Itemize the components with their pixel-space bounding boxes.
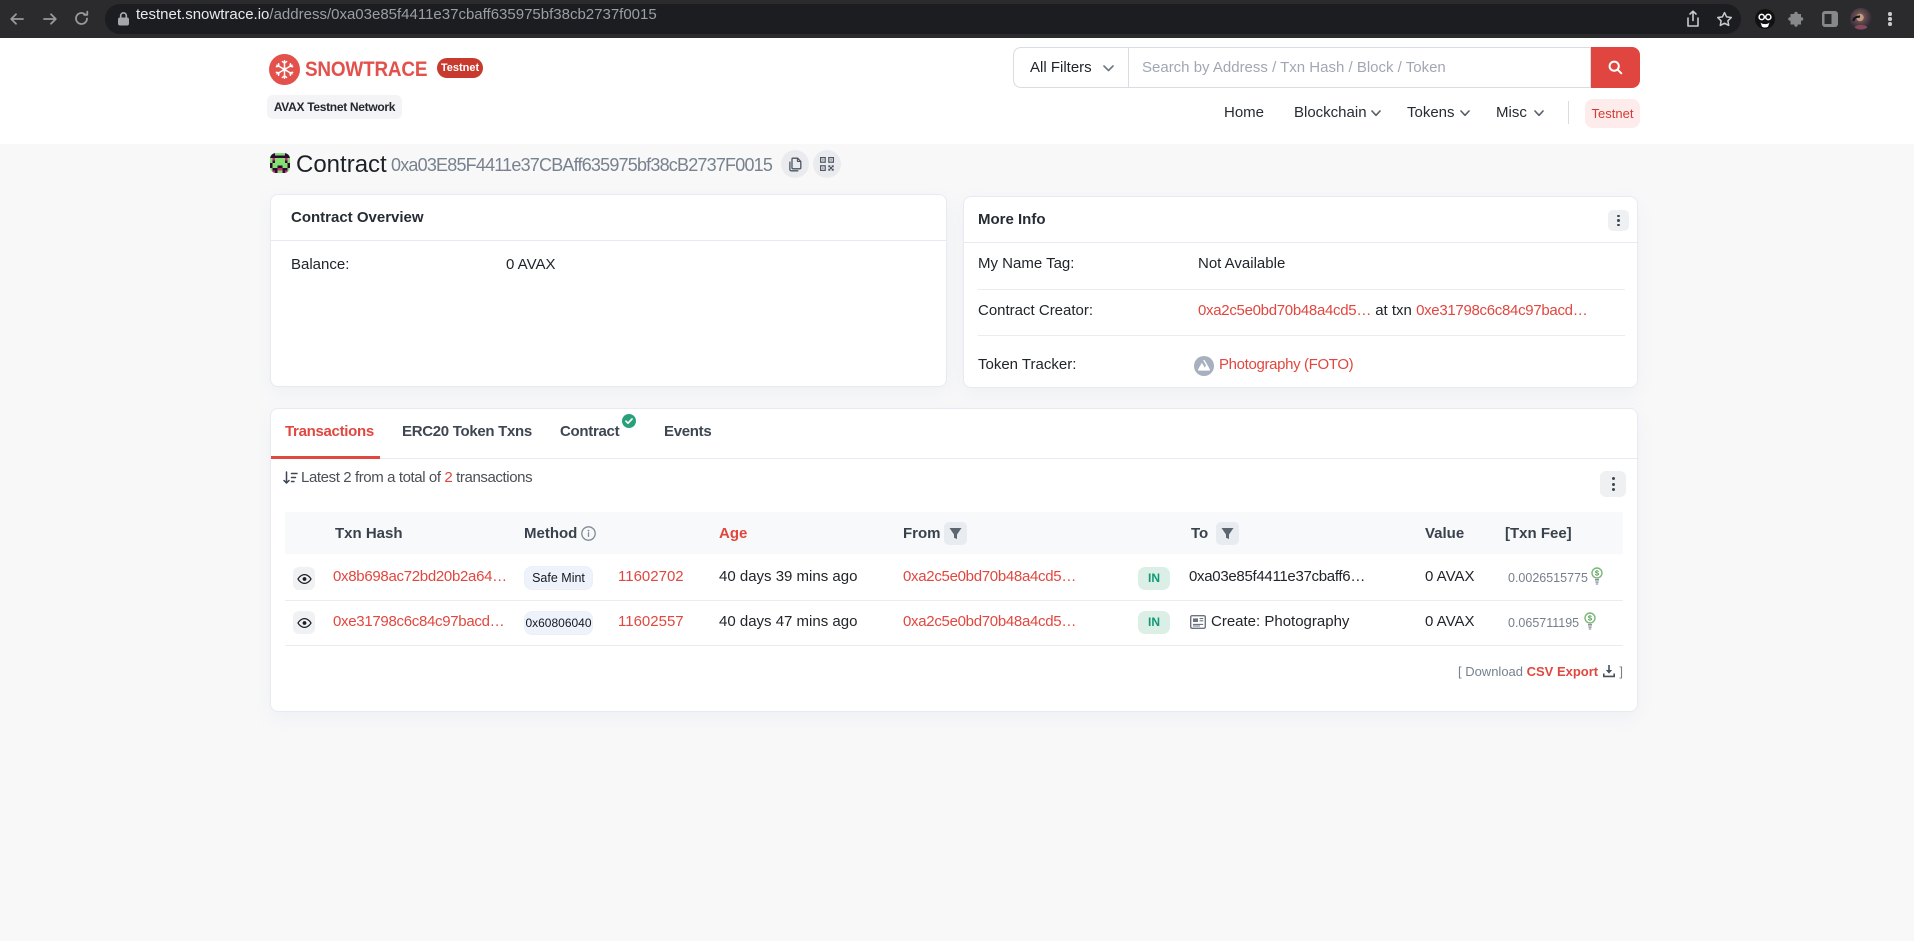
svg-text:$: $ xyxy=(1588,614,1593,623)
svg-text:$: $ xyxy=(1595,569,1600,578)
